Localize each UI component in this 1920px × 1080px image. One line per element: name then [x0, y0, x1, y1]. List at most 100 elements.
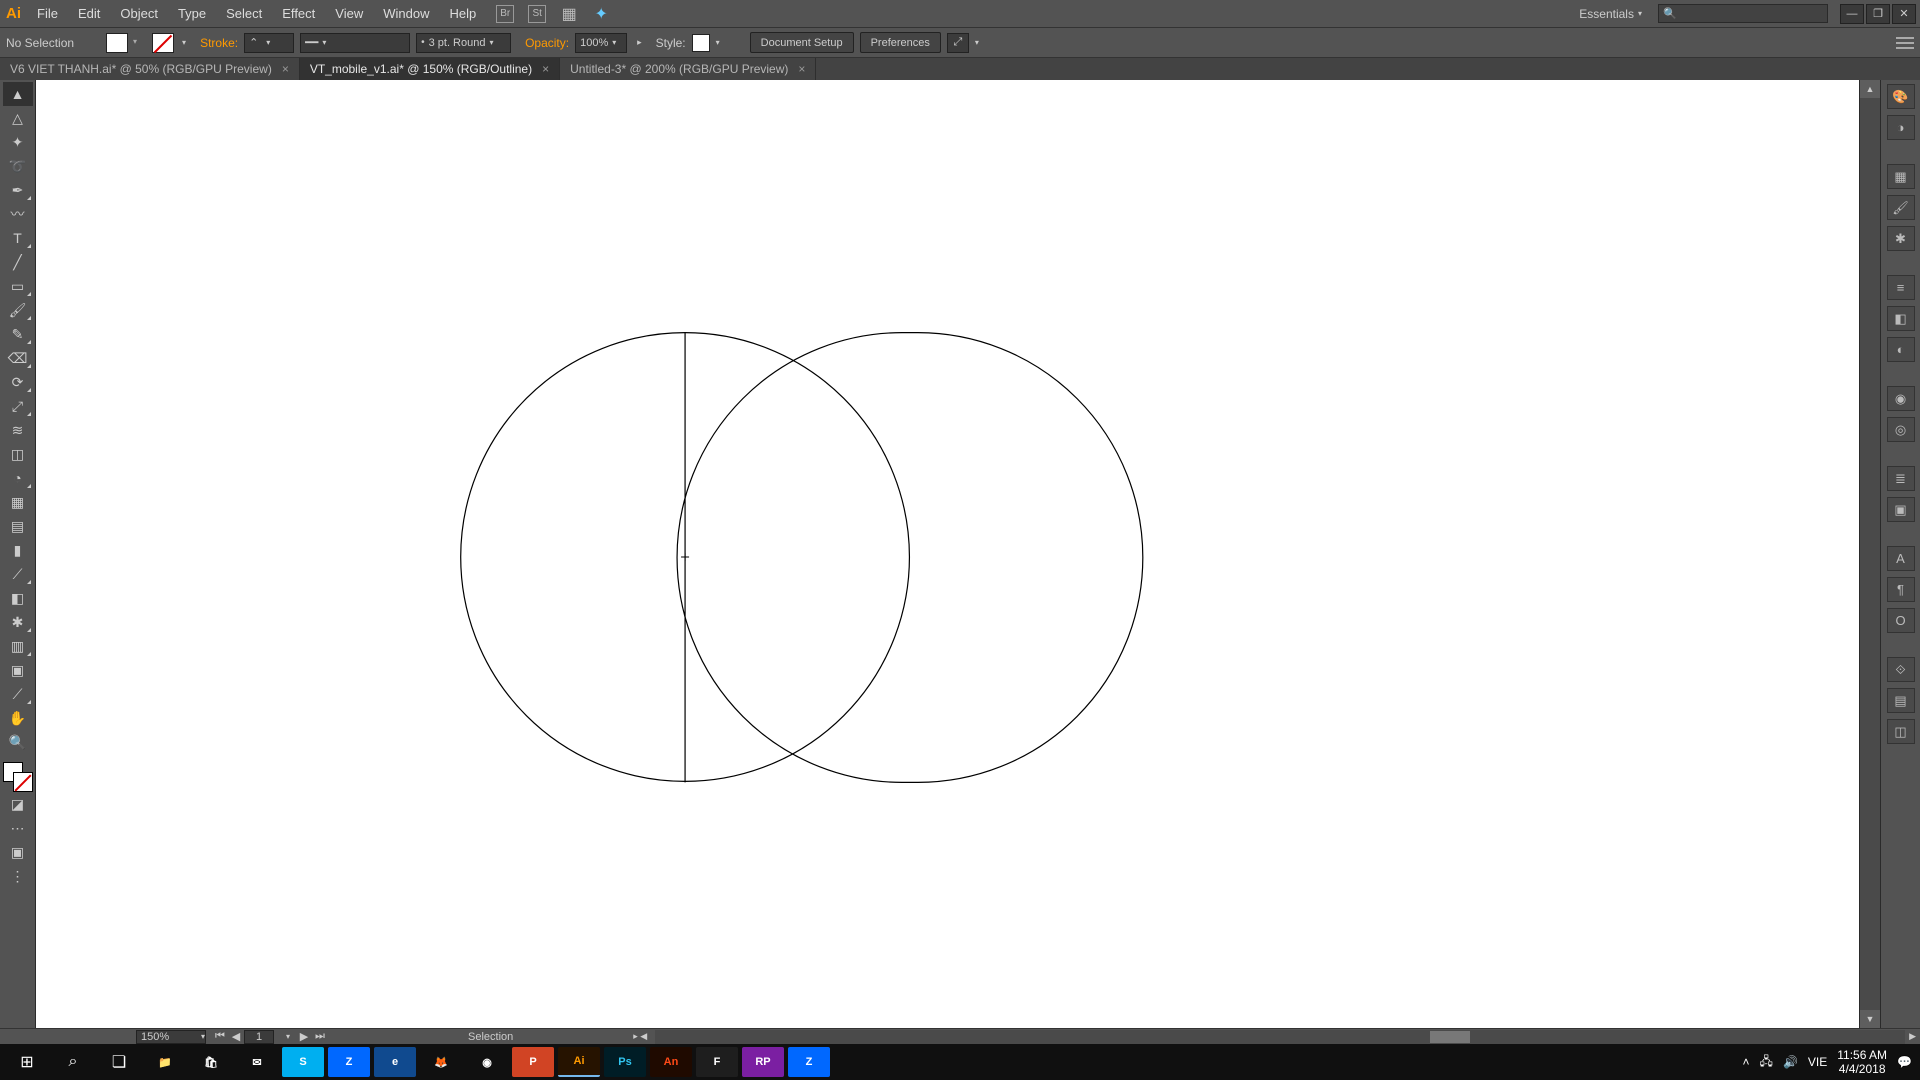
document-tab[interactable]: VT_mobile_v1.ai* @ 150% (RGB/Outline)×	[300, 58, 560, 80]
panel-character-icon[interactable]: A	[1887, 546, 1915, 571]
panel-swatches-icon[interactable]: ▦	[1887, 164, 1915, 189]
vertical-scrollbar[interactable]: ▲ ▼	[1859, 80, 1880, 1028]
tray-clock[interactable]: 11:56 AM4/4/2018	[1837, 1048, 1887, 1076]
taskbar-edge[interactable]: e	[374, 1047, 416, 1077]
artboard-input[interactable]: 1	[244, 1030, 274, 1044]
tray-volume-icon[interactable]: 🔊	[1783, 1055, 1798, 1069]
tool-mode[interactable]: ◪	[3, 792, 33, 816]
tool-free-transform[interactable]: ◫	[3, 442, 33, 466]
tool-rotate[interactable]: ⟳	[3, 370, 33, 394]
tool-zoom[interactable]: 🔍	[3, 730, 33, 754]
taskbar-taskview[interactable]: ❏	[96, 1044, 142, 1080]
bridge-icon[interactable]: Br	[496, 5, 514, 23]
variable-width-profile[interactable]: ━━▾	[300, 33, 410, 53]
panel-layers-icon[interactable]: ≣	[1887, 466, 1915, 491]
tool-blend[interactable]: ◧	[3, 586, 33, 610]
tool-rectangle[interactable]: ▭	[3, 274, 33, 298]
panel-paragraph-icon[interactable]: ¶	[1887, 577, 1915, 602]
tool-mode[interactable]: ⋮	[3, 864, 33, 888]
opacity-input[interactable]: 100%▾	[575, 33, 627, 53]
tool-line[interactable]: ╱	[3, 250, 33, 274]
panel-symbols-icon[interactable]: ✱	[1887, 226, 1915, 251]
close-tab-icon[interactable]: ×	[282, 62, 289, 76]
menu-object[interactable]: Object	[110, 0, 168, 27]
preferences-button[interactable]: Preferences	[860, 32, 941, 53]
tool-mode[interactable]: ⋯	[3, 816, 33, 840]
canvas[interactable]	[36, 80, 1859, 1028]
tool-curvature[interactable]: 〰	[3, 202, 33, 226]
panel-color-guide-icon[interactable]: ◑	[1887, 115, 1915, 140]
search-input[interactable]: 🔍	[1658, 4, 1828, 23]
menu-file[interactable]: File	[27, 0, 68, 27]
taskbar-zalo2[interactable]: Z	[788, 1047, 830, 1077]
workspace-switcher[interactable]: Essentials▾	[1573, 7, 1648, 21]
tool-eyedropper[interactable]: ⟋	[3, 562, 33, 586]
taskbar-figma[interactable]: F	[696, 1047, 738, 1077]
panel-color-icon[interactable]: 🎨	[1887, 84, 1915, 109]
tool-column-graph[interactable]: ▥	[3, 634, 33, 658]
menu-view[interactable]: View	[325, 0, 373, 27]
panel-opentype-icon[interactable]: O	[1887, 608, 1915, 633]
tool-selection[interactable]: ▲	[3, 82, 33, 106]
tray-ime[interactable]: VIE	[1808, 1055, 1827, 1069]
fill-stroke-control[interactable]	[3, 762, 33, 792]
taskbar-ppt[interactable]: P	[512, 1047, 554, 1077]
taskbar-search[interactable]: ⌕	[50, 1044, 96, 1080]
zoom-input[interactable]: 150%▾	[136, 1030, 206, 1044]
menu-edit[interactable]: Edit	[68, 0, 110, 27]
artboard-nav-next[interactable]: ▾▶⏭	[280, 1030, 328, 1043]
tool-mesh[interactable]: ▤	[3, 514, 33, 538]
taskbar-store[interactable]: 🛍	[190, 1047, 232, 1077]
tool-mode[interactable]: ▣	[3, 840, 33, 864]
panel-pathfinder-icon[interactable]: ◫	[1887, 719, 1915, 744]
tool-pencil[interactable]: ✎	[3, 322, 33, 346]
taskbar-start[interactable]: ⊞	[4, 1044, 50, 1080]
taskbar-chrome[interactable]: ◉	[466, 1047, 508, 1077]
tool-pen[interactable]: ✒	[3, 178, 33, 202]
taskbar-axure[interactable]: RP	[742, 1047, 784, 1077]
control-menu-icon[interactable]	[1896, 34, 1914, 52]
tool-type[interactable]: T	[3, 226, 33, 250]
stroke-weight-input[interactable]: ⌃▾	[244, 33, 294, 53]
minimize-button[interactable]: —	[1840, 4, 1864, 24]
artboard-nav[interactable]: ⏮◀	[212, 1030, 244, 1043]
menu-window[interactable]: Window	[373, 0, 439, 27]
panel-gradient-icon[interactable]: ◧	[1887, 306, 1915, 331]
tray-chevron-icon[interactable]: ˄	[1743, 1055, 1750, 1069]
tool-artboard[interactable]: ▣	[3, 658, 33, 682]
close-tab-icon[interactable]: ×	[798, 62, 805, 76]
panel-transparency-icon[interactable]: ◐	[1887, 337, 1915, 362]
menu-effect[interactable]: Effect	[272, 0, 325, 27]
taskbar-skype[interactable]: S	[282, 1047, 324, 1077]
system-tray[interactable]: ˄🖧🔊VIE11:56 AM4/4/2018💬	[1743, 1048, 1916, 1076]
document-setup-button[interactable]: Document Setup	[750, 32, 854, 53]
panel-graphic-styles-icon[interactable]: ◎	[1887, 417, 1915, 442]
taskbar-photoshop[interactable]: Ps	[604, 1047, 646, 1077]
tool-brush[interactable]: 🖌	[3, 298, 33, 322]
panel-appearance-icon[interactable]: ◉	[1887, 386, 1915, 411]
taskbar-zalo[interactable]: Z	[328, 1047, 370, 1077]
tool-gradient[interactable]: ▮	[3, 538, 33, 562]
tool-magic-wand[interactable]: ✦	[3, 130, 33, 154]
menu-type[interactable]: Type	[168, 0, 216, 27]
horizontal-scrollbar[interactable]	[655, 1030, 1905, 1044]
maximize-button[interactable]: ❐	[1866, 4, 1890, 24]
tool-shape-builder[interactable]: ◔	[3, 466, 33, 490]
stroke-swatch[interactable]	[152, 33, 174, 53]
close-button[interactable]: ✕	[1892, 4, 1916, 24]
tool-width[interactable]: ≋	[3, 418, 33, 442]
taskbar-mail[interactable]: ✉	[236, 1047, 278, 1077]
panel-artboards-icon[interactable]: ▣	[1887, 497, 1915, 522]
tray-notifications-icon[interactable]: 💬	[1897, 1055, 1912, 1069]
tool-direct-selection[interactable]: △	[3, 106, 33, 130]
close-tab-icon[interactable]: ×	[542, 62, 549, 76]
taskbar-firefox[interactable]: 🦊	[420, 1047, 462, 1077]
taskbar-animate[interactable]: An	[650, 1047, 692, 1077]
document-tab[interactable]: Untitled-3* @ 200% (RGB/GPU Preview)×	[560, 58, 816, 80]
tool-eraser[interactable]: ⌫	[3, 346, 33, 370]
menu-help[interactable]: Help	[439, 0, 486, 27]
taskbar-illustrator[interactable]: Ai	[558, 1047, 600, 1077]
scroll-up-icon[interactable]: ▲	[1860, 80, 1880, 98]
tool-scale[interactable]: ⤢	[3, 394, 33, 418]
panel-transform-icon[interactable]: ⟐	[1887, 657, 1915, 682]
